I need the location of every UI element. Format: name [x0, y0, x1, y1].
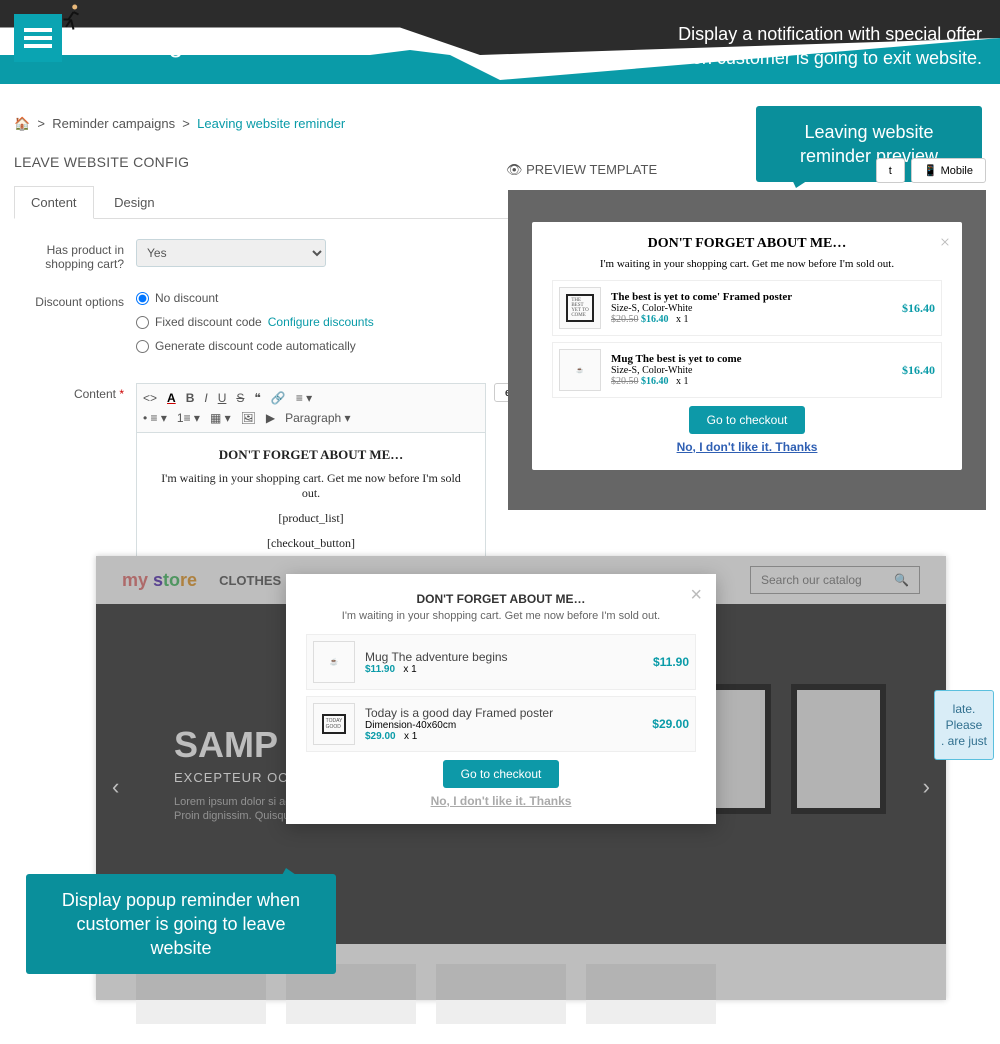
label-discount: Discount options	[14, 291, 136, 309]
preview-canvas: × DON'T FORGET ABOUT ME… I'm waiting in …	[508, 190, 986, 510]
no-thanks-link[interactable]: No, I don't like it. Thanks	[306, 794, 696, 808]
checkout-button[interactable]: Go to checkout	[689, 406, 806, 434]
code-icon[interactable]: <>	[143, 391, 157, 405]
italic-icon[interactable]: I	[204, 391, 207, 405]
close-icon[interactable]: ×	[940, 232, 950, 253]
video-icon[interactable]: ▶	[266, 411, 275, 425]
label-content: Content *	[14, 383, 136, 401]
module-logo	[14, 14, 62, 62]
callout-popup: Display popup reminder when customer is …	[26, 874, 336, 974]
paragraph-dropdown[interactable]: Paragraph ▾	[285, 411, 350, 425]
popup-heading: DON'T FORGET ABOUT ME…	[552, 236, 942, 252]
product-image: ☕	[313, 641, 355, 683]
editor-toolbar: <> A B I U S ❝ 🔗 ≡ ▾ • ≡ ▾ 1≡ ▾	[136, 383, 486, 433]
breadcrumb-level2[interactable]: Leaving website reminder	[197, 116, 345, 131]
product-row: THEBESTYET TOCOME The best is yet to com…	[552, 280, 942, 336]
no-thanks-link[interactable]: No, I don't like it. Thanks	[552, 440, 942, 454]
preview-popup: × DON'T FORGET ABOUT ME… I'm waiting in …	[532, 222, 962, 470]
radio-auto[interactable]: Generate discount code automatically	[136, 339, 374, 353]
storefront-popup: × DON'T FORGET ABOUT ME… I'm waiting in …	[286, 574, 716, 824]
banner-description: Display a notification with special offe…	[669, 22, 982, 70]
text-color-icon[interactable]: A	[167, 391, 176, 405]
underline-icon[interactable]: U	[218, 391, 227, 405]
info-box-peek: late. Please . are just	[934, 690, 994, 760]
quote-icon[interactable]: ❝	[254, 391, 260, 405]
select-has-product[interactable]: Yes	[136, 239, 326, 267]
table-icon[interactable]: ▦ ▾	[210, 411, 231, 425]
label-has-product: Has product in shopping cart?	[14, 239, 136, 271]
preview-title: 👁 PREVIEW TEMPLATE	[506, 162, 657, 178]
product-image: THEBESTYET TOCOME	[559, 287, 601, 329]
link-icon[interactable]: 🔗	[271, 391, 286, 405]
tab-design[interactable]: Design	[97, 186, 171, 218]
product-row: ☕ Mug The best is yet to come Size-S, Co…	[552, 342, 942, 398]
product-image: TODAYGOOD	[313, 703, 355, 745]
breadcrumb: 🏠 > Reminder campaigns > Leaving website…	[14, 116, 345, 132]
radio-no-discount[interactable]: No discount	[136, 291, 374, 305]
image-icon[interactable]: 🖼	[241, 411, 256, 425]
bullet-list-icon[interactable]: • ≡ ▾	[143, 411, 167, 425]
close-icon[interactable]: ×	[690, 584, 702, 607]
tab-content[interactable]: Content	[14, 186, 94, 219]
popup-sub: I'm waiting in your shopping cart. Get m…	[552, 258, 942, 270]
home-icon[interactable]: 🏠	[14, 116, 30, 132]
header-banner: Leaving reminder Display a notification …	[0, 0, 1000, 84]
product-image: ☕	[559, 349, 601, 391]
device-buttons: t 📱 Mobile	[876, 158, 986, 183]
breadcrumb-level1[interactable]: Reminder campaigns	[52, 116, 175, 131]
strike-icon[interactable]: S	[236, 391, 244, 405]
device-tablet-button[interactable]: t	[876, 158, 905, 183]
align-icon[interactable]: ≡ ▾	[296, 391, 312, 405]
product-row: ☕ Mug The adventure begins $11.90 x 1 $1…	[306, 634, 696, 690]
link-configure-discounts[interactable]: Configure discounts	[268, 315, 374, 329]
editor-heading: DON'T FORGET ABOUT ME…	[151, 447, 471, 463]
running-person-icon	[56, 2, 86, 32]
panel-title: LEAVE WEBSITE CONFIG	[14, 154, 986, 170]
radio-fixed[interactable]: Fixed discount code Configure discounts	[136, 315, 374, 329]
bold-icon[interactable]: B	[186, 391, 195, 405]
checkout-button[interactable]: Go to checkout	[443, 760, 560, 788]
device-mobile-button[interactable]: 📱 Mobile	[911, 158, 986, 183]
banner-title: Leaving reminder	[92, 28, 293, 59]
product-row: TODAYGOOD Today is a good day Framed pos…	[306, 696, 696, 752]
number-list-icon[interactable]: 1≡ ▾	[177, 411, 200, 425]
editor-para: I'm waiting in your shopping cart. Get m…	[151, 471, 471, 501]
